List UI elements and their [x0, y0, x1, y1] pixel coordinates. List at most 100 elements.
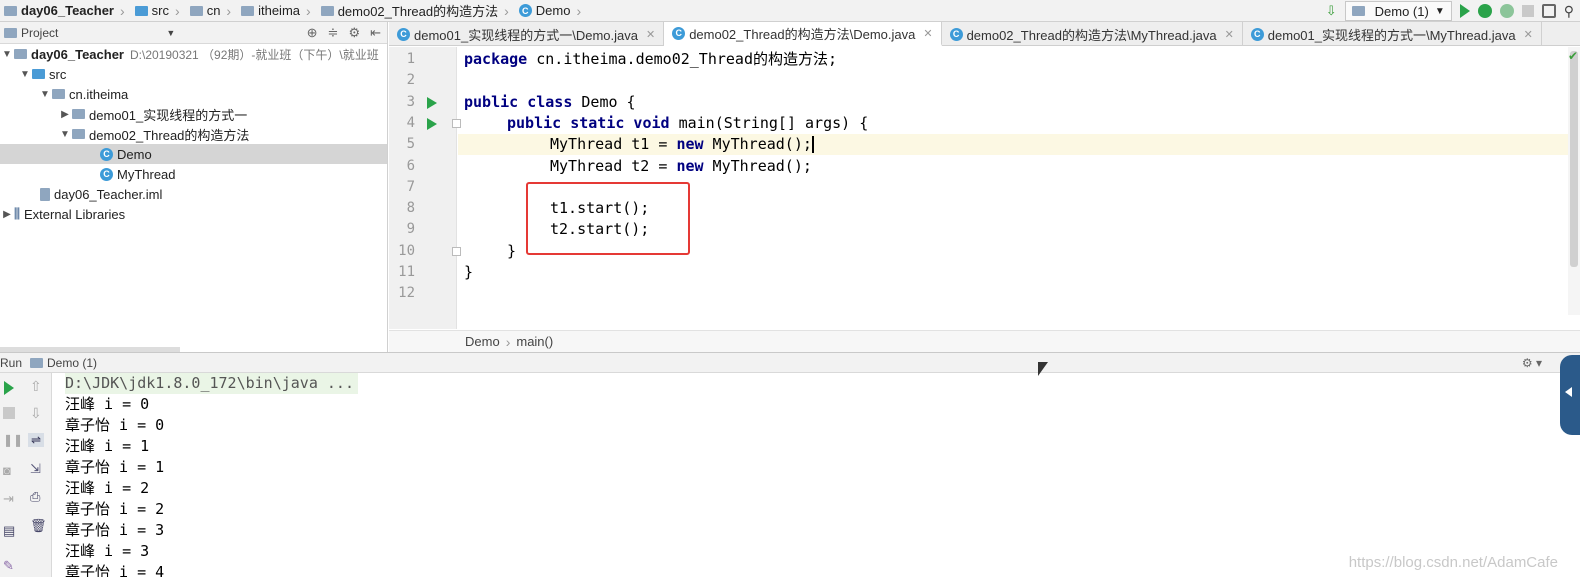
folder-icon — [134, 5, 148, 16]
annotation-highlight-box — [526, 182, 690, 255]
trash-icon[interactable]: 🗑 — [30, 518, 47, 533]
chevron-down-icon[interactable]: ▼ — [58, 129, 72, 140]
chevron-right-icon: › — [505, 333, 511, 350]
dump-threads-icon[interactable]: ◙ — [3, 463, 19, 478]
gear-icon[interactable]: ⚙ — [348, 25, 360, 41]
hide-icon[interactable]: ⇤ — [370, 25, 381, 41]
close-icon[interactable]: ✕ — [1225, 28, 1234, 41]
scroll-up-icon[interactable]: ⇧ — [30, 378, 46, 394]
console-line: 汪峰 i = 1 — [65, 437, 150, 455]
class-icon: C — [949, 27, 963, 41]
locate-icon[interactable]: ⊕ — [307, 25, 318, 41]
class-icon: C — [1250, 27, 1264, 41]
library-icon: ⫼ — [14, 206, 20, 221]
breadcrumb-demo02[interactable]: demo02_Thread的构造方法 › — [317, 0, 515, 22]
tab-demo01-mythread[interactable]: Cdemo01_实现线程的方式一\MyThread.java ✕ — [1243, 22, 1542, 46]
watermark: https://blog.csdn.net/AdamCafe — [1348, 554, 1558, 571]
tab-demo02-mythread[interactable]: Cdemo02_Thread的构造方法\MyThread.java ✕ — [942, 22, 1243, 46]
breadcrumb-itheima[interactable]: itheima › — [237, 0, 317, 22]
breadcrumb-src[interactable]: src › — [131, 0, 186, 22]
run-icon[interactable] — [1459, 4, 1470, 18]
run-panel-header: Run Demo (1) ⚙ ▾ — [0, 352, 1580, 373]
stop-icon[interactable] — [3, 407, 15, 419]
search-icon[interactable]: ⚲ — [1564, 3, 1574, 20]
project-icon — [14, 49, 27, 59]
console-line: 章子怡 i = 2 — [65, 500, 165, 518]
collapse-icon[interactable]: ≑ — [328, 25, 339, 41]
vertical-scrollbar[interactable] — [1568, 47, 1580, 315]
pin-icon[interactable]: ✎ — [3, 558, 19, 573]
chevron-right-icon: › — [120, 2, 125, 19]
chevron-down-icon[interactable]: ▼ — [18, 69, 32, 80]
chevron-down-icon[interactable]: ▼ — [38, 89, 52, 100]
line-number: 4 — [406, 115, 415, 131]
class-icon: C — [397, 27, 410, 41]
scroll-down-icon[interactable]: ⇩ — [30, 405, 46, 421]
stop-icon[interactable] — [1521, 5, 1534, 17]
code-editor[interactable]: 1 2 3 4 5 6 7 8 9 10 11 12 package cn.it… — [389, 47, 1580, 329]
close-icon[interactable]: ✕ — [923, 27, 932, 40]
tab-demo02-demo[interactable]: Cdemo02_Thread的构造方法\Demo.java ✕ — [664, 22, 942, 46]
run-class-icon[interactable] — [427, 97, 437, 109]
source-folder-icon — [32, 69, 45, 79]
chevron-down-icon: ▼ — [1434, 5, 1445, 17]
chevron-down-icon[interactable]: ▼ — [166, 28, 175, 38]
mouse-pointer-icon — [1038, 362, 1048, 376]
pause-icon[interactable]: ❚❚ — [3, 433, 23, 447]
package-icon — [52, 89, 65, 99]
close-icon[interactable]: ✕ — [646, 28, 655, 41]
console-line: 汪峰 i = 2 — [65, 479, 150, 497]
line-number: 9 — [406, 221, 415, 237]
tree-item-src[interactable]: ▼ src — [0, 64, 387, 84]
run-tool-label[interactable]: Run — [0, 356, 22, 370]
soft-wrap-icon[interactable]: ⇌ — [28, 433, 44, 447]
code-line-11: } — [464, 263, 474, 281]
chevron-right-icon: › — [576, 2, 582, 19]
project-panel-header: Project ▼ ⊕ ≑ ⚙ ⇤ — [0, 22, 387, 44]
inspection-ok-icon[interactable]: ✔ — [1568, 49, 1578, 63]
tree-item-cn-itheima[interactable]: ▼ cn.itheima — [0, 84, 387, 104]
breadcrumb-project[interactable]: day06_Teacher › — [0, 0, 131, 22]
line-number: 2 — [406, 72, 415, 88]
coverage-icon[interactable] — [1499, 4, 1514, 18]
scrollbar-thumb[interactable] — [1570, 51, 1578, 267]
package-icon — [72, 129, 85, 139]
chevron-left-icon — [1565, 387, 1572, 397]
chevron-down-icon[interactable]: ▼ — [0, 49, 14, 60]
gear-icon[interactable]: ⚙ ▾ — [1522, 356, 1542, 370]
exit-icon[interactable]: ⇥ — [3, 491, 19, 506]
scroll-to-end-icon[interactable]: ⇲ — [30, 461, 46, 476]
editor-breadcrumb-method[interactable]: main() — [516, 334, 553, 349]
tree-item-demo[interactable]: C Demo — [0, 144, 387, 164]
console-output[interactable]: D:\JDK\jdk1.8.0_172\bin\java ... 汪峰 i = … — [53, 373, 1580, 577]
debug-icon[interactable] — [1477, 4, 1492, 18]
close-icon[interactable]: ✕ — [1524, 28, 1533, 41]
tree-item-iml[interactable]: day06_Teacher.iml — [0, 184, 387, 204]
fold-marker-icon[interactable] — [452, 247, 461, 256]
print-icon[interactable]: ⎙ — [30, 489, 46, 504]
fold-marker-icon[interactable] — [452, 119, 461, 128]
rerun-icon[interactable] — [4, 381, 14, 395]
chevron-right-icon[interactable]: ▶ — [0, 209, 14, 220]
console-line: 章子怡 i = 3 — [65, 521, 165, 539]
class-icon: C — [100, 167, 113, 181]
navigation-bar: day06_Teacher › src › cn › itheima › demo02_… — [0, 0, 1580, 22]
breadcrumb-cn[interactable]: cn › — [186, 0, 237, 22]
run-config-select[interactable]: Demo (1) ▼ — [1344, 1, 1452, 21]
side-panel-toggle[interactable] — [1560, 355, 1580, 435]
tree-item-mythread[interactable]: C MyThread — [0, 164, 387, 184]
chevron-right-icon[interactable]: ▶ — [58, 109, 72, 120]
layout-icon[interactable]: ▤ — [3, 523, 19, 538]
project-structure-icon[interactable] — [1541, 4, 1556, 18]
run-main-icon[interactable] — [427, 118, 437, 130]
line-number: 12 — [398, 285, 415, 301]
tree-item-demo02[interactable]: ▼ demo02_Thread的构造方法 — [0, 124, 387, 144]
tab-demo01-demo[interactable]: Cdemo01_实现线程的方式一\Demo.java ✕ — [389, 22, 665, 46]
build-icon[interactable]: ⇩ — [1326, 3, 1337, 19]
tree-item-external-libraries[interactable]: ▶ ⫼ External Libraries — [0, 204, 387, 224]
tree-item-demo01[interactable]: ▶ demo01_实现线程的方式一 — [0, 104, 387, 124]
run-tab[interactable]: Demo (1) — [47, 356, 97, 370]
tree-item-project[interactable]: ▼ day06_Teacher D:\20190321 （92期）-就业班（下午）\… — [0, 44, 387, 64]
editor-breadcrumb-class[interactable]: Demo — [465, 334, 500, 349]
breadcrumb-demo[interactable]: C Demo › — [515, 0, 587, 22]
